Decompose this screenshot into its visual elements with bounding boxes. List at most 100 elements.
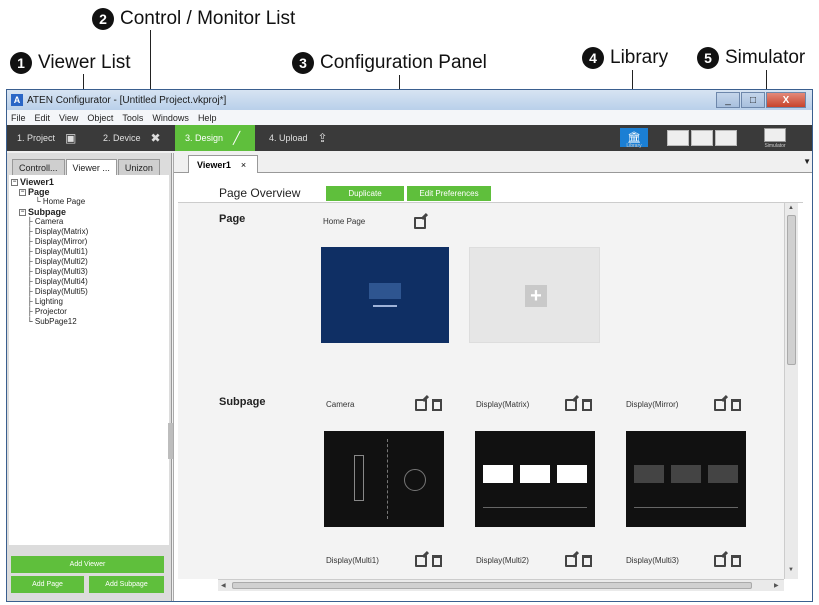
step-project[interactable]: 1. Project ▣ xyxy=(7,125,89,151)
edit-icon[interactable] xyxy=(414,217,426,229)
tree-node-viewer1[interactable]: − Viewer1 xyxy=(9,177,169,187)
menu-view[interactable]: View xyxy=(59,113,78,123)
menu-windows[interactable]: Windows xyxy=(152,113,189,123)
add-viewer-button[interactable]: Add Viewer xyxy=(11,556,164,573)
tree-label: Lighting xyxy=(34,297,63,306)
step-device[interactable]: 2. Device ✖ xyxy=(93,125,171,151)
menu-tools[interactable]: Tools xyxy=(122,113,143,123)
tree-item-subpage[interactable]: ├ Camera xyxy=(9,217,169,227)
tree-item-subpage[interactable]: ├ Projector xyxy=(9,307,169,317)
tree-item-subpage[interactable]: ├ Display(Multi3) xyxy=(9,267,169,277)
trash-icon[interactable] xyxy=(731,399,741,411)
tree-item-subpage[interactable]: └ SubPage12 xyxy=(9,317,169,327)
thumb-caption xyxy=(373,305,397,307)
tree-item-home-page[interactable]: └ Home Page xyxy=(9,197,169,207)
tab-viewer[interactable]: Viewer ... xyxy=(65,159,117,175)
tree-node-page[interactable]: − Page xyxy=(9,187,169,197)
left-tab-strip: Controll... Viewer ... Unizon xyxy=(12,159,161,175)
layout-left-icon[interactable] xyxy=(667,130,689,146)
trash-icon[interactable] xyxy=(432,399,442,411)
display-mirror-thumbnail[interactable] xyxy=(626,431,746,527)
page-overview-canvas: Page Home Page + Subpage Camera Display(… xyxy=(178,203,784,579)
thumb-dpad xyxy=(404,469,426,491)
vertical-scroll-thumb[interactable] xyxy=(787,215,796,365)
tree-item-subpage[interactable]: ├ Display(Multi5) xyxy=(9,287,169,297)
library-label: Library xyxy=(626,143,642,149)
scroll-left-icon[interactable]: ◀ xyxy=(221,582,226,589)
tab-controller[interactable]: Controll... xyxy=(12,159,65,175)
card-label-camera: Camera xyxy=(326,400,355,409)
vertical-scrollbar[interactable]: ▲ ▼ xyxy=(784,203,798,579)
step-upload[interactable]: 4. Upload ⇪ xyxy=(259,125,339,151)
layout-right-icon[interactable] xyxy=(715,130,737,146)
trash-icon[interactable] xyxy=(731,555,741,567)
edit-icon[interactable] xyxy=(714,555,726,567)
document-tab-strip: Viewer1 × ▼ xyxy=(174,153,812,173)
menu-object[interactable]: Object xyxy=(87,113,113,123)
maximize-button[interactable]: □ xyxy=(741,92,765,108)
tree-item-subpage[interactable]: ├ Display(Mirror) xyxy=(9,237,169,247)
tree-item-subpage[interactable]: ├ Display(Multi2) xyxy=(9,257,169,267)
tree-item-subpage[interactable]: ├ Display(Multi4) xyxy=(9,277,169,287)
close-tab-icon[interactable]: × xyxy=(241,160,246,170)
trash-icon[interactable] xyxy=(432,555,442,567)
home-page-thumbnail[interactable] xyxy=(321,247,449,343)
page-overview-header: Page Overview Duplicate Edit Preferences xyxy=(178,181,803,203)
callout-simulator: 5 Simulator xyxy=(697,47,805,69)
tree-item-subpage[interactable]: ├ Lighting xyxy=(9,297,169,307)
edit-icon[interactable] xyxy=(415,555,427,567)
tab-list-dropdown-icon[interactable]: ▼ xyxy=(803,157,811,166)
trash-icon[interactable] xyxy=(582,555,592,567)
callout-number: 2 xyxy=(92,8,114,30)
tree-label: Display(Multi5) xyxy=(34,287,88,296)
callout-configuration-panel: 3 Configuration Panel xyxy=(292,52,487,74)
add-page-button[interactable]: Add Page xyxy=(11,576,84,593)
edit-icon[interactable] xyxy=(565,399,577,411)
tree-item-subpage[interactable]: ├ Display(Multi1) xyxy=(9,247,169,257)
tree-label: Projector xyxy=(34,307,67,316)
tree-label: Display(Multi4) xyxy=(34,277,88,286)
collapse-icon[interactable]: − xyxy=(19,189,26,197)
layout-bottom-icon[interactable] xyxy=(691,130,713,146)
add-page-card[interactable]: + xyxy=(469,247,600,343)
tree-item-subpage[interactable]: ├ Display(Matrix) xyxy=(9,227,169,237)
card-label-home-page: Home Page xyxy=(323,217,366,226)
tab-viewer1[interactable]: Viewer1 × xyxy=(188,155,258,173)
scroll-up-icon[interactable]: ▲ xyxy=(788,205,794,211)
close-button[interactable]: X xyxy=(766,92,806,108)
horizontal-scroll-thumb[interactable] xyxy=(232,582,752,589)
callout-label: Control / Monitor List xyxy=(120,8,296,29)
horizontal-scrollbar[interactable]: ◀ ▶ xyxy=(218,579,784,591)
callout-control-monitor-list: 2 Control / Monitor List xyxy=(92,8,295,30)
collapse-icon[interactable]: − xyxy=(11,179,18,187)
workflow-step-bar: 1. Project ▣ 2. Device ✖ 3. Design ╱ 4. … xyxy=(7,125,812,151)
menu-help[interactable]: Help xyxy=(198,113,217,123)
tab-unizon[interactable]: Unizon xyxy=(117,159,160,175)
simulator-button[interactable] xyxy=(764,128,786,142)
step-label: 1. Project xyxy=(17,133,56,143)
tree-label: Display(Multi3) xyxy=(34,267,88,276)
add-subpage-button[interactable]: Add Subpage xyxy=(89,576,164,593)
duplicate-button[interactable]: Duplicate xyxy=(326,186,404,201)
step-label: 4. Upload xyxy=(269,133,308,143)
edit-icon[interactable] xyxy=(565,555,577,567)
trash-icon[interactable] xyxy=(582,399,592,411)
camera-thumbnail[interactable] xyxy=(324,431,444,527)
edit-icon[interactable] xyxy=(415,399,427,411)
edit-icon[interactable] xyxy=(714,399,726,411)
thumb-source-row xyxy=(483,507,587,515)
callout-label: Library xyxy=(610,47,669,68)
menu-file[interactable]: File xyxy=(11,113,26,123)
menu-edit[interactable]: Edit xyxy=(35,113,51,123)
edit-preferences-button[interactable]: Edit Preferences xyxy=(407,186,491,201)
minimize-button[interactable]: _ xyxy=(716,92,740,108)
callout-label: Simulator xyxy=(725,47,806,68)
display-matrix-thumbnail[interactable] xyxy=(475,431,595,527)
step-design[interactable]: 3. Design ╱ xyxy=(175,125,255,151)
thumb-display-box xyxy=(483,465,513,483)
collapse-icon[interactable]: − xyxy=(19,209,26,217)
scroll-down-icon[interactable]: ▼ xyxy=(788,567,794,573)
scroll-right-icon[interactable]: ▶ xyxy=(774,582,779,589)
tree-node-subpage[interactable]: − Subpage xyxy=(9,207,169,217)
window-title: ATEN Configurator - [Untitled Project.vk… xyxy=(27,94,227,106)
